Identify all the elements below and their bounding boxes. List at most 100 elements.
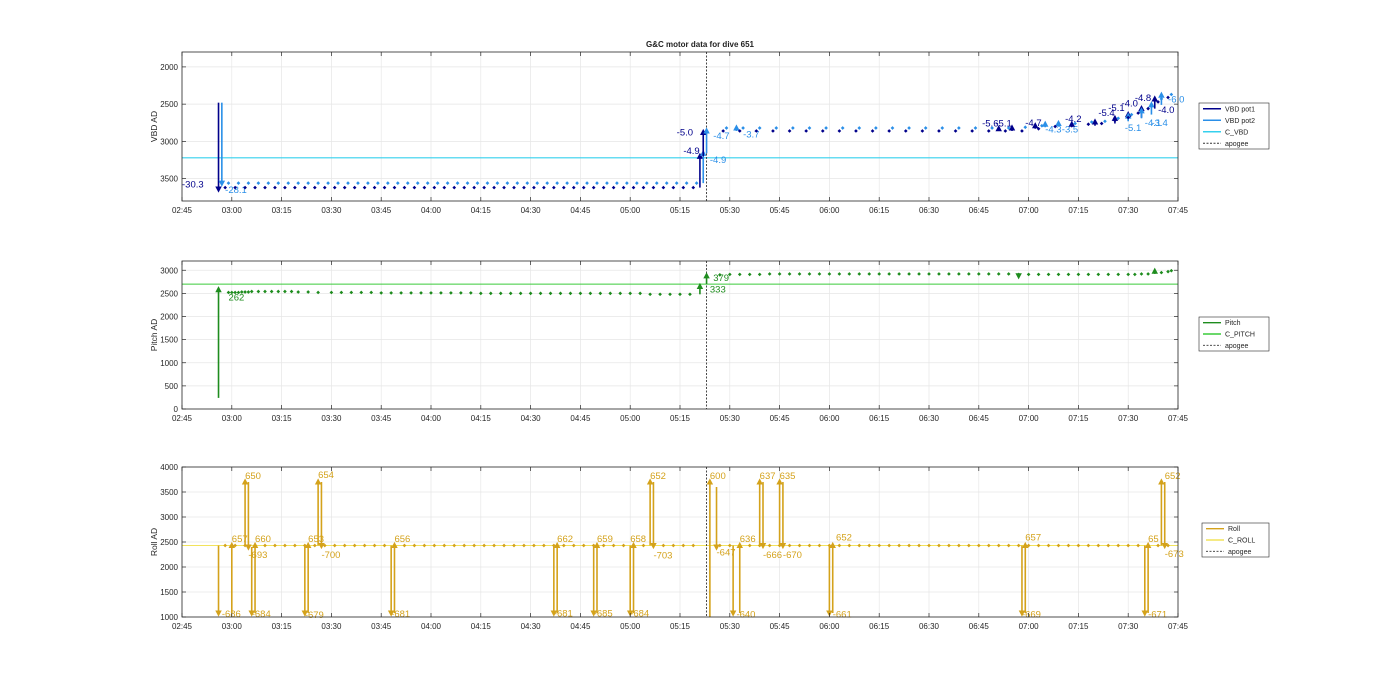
motor-move-label: -700 [321, 550, 340, 561]
data-point [1016, 543, 1021, 548]
y-tick-label: 500 [165, 382, 179, 391]
data-point [907, 272, 911, 276]
motor-move-label: 650 [245, 471, 261, 482]
data-point [621, 185, 626, 190]
x-tick-label: 03:15 [272, 206, 293, 215]
data-point [585, 181, 589, 185]
panel-2: 26233337902:45 03:00 03:15 03:30 03:45 04:00 0… [149, 260, 1270, 423]
data-point [674, 181, 679, 185]
data-point [525, 181, 530, 185]
x-tick-label: 04:45 [570, 622, 591, 631]
data-point [303, 185, 307, 190]
data-point [887, 543, 891, 548]
data-point [671, 543, 676, 548]
panel-1: -30.3 -28.1-4.9-4.9-5.0 -4.7 -3.7-5.6-5.1 -4… [149, 51, 1270, 215]
y-tick-label: 4000 [160, 463, 178, 472]
x-tick-label: 04:00 [421, 622, 442, 631]
data-point [339, 290, 344, 295]
y-tick-label: 2000 [160, 563, 178, 572]
data-point [986, 129, 991, 133]
data-point [654, 181, 659, 185]
data-point [386, 181, 390, 185]
data-point [658, 292, 662, 297]
data-point [1006, 272, 1011, 276]
y-axis-label: Pitch AD [149, 319, 159, 352]
y-tick-label: 3500 [160, 175, 178, 184]
data-point [352, 543, 357, 548]
x-tick-label: 07:00 [1019, 622, 1040, 631]
data-point [777, 272, 782, 276]
data-point [352, 185, 357, 190]
data-point [917, 272, 921, 276]
data-point [897, 543, 901, 548]
x-tick-label: 06:15 [869, 622, 890, 631]
x-tick-label: 05:15 [670, 206, 691, 215]
data-point [455, 181, 460, 185]
data-point [425, 181, 430, 185]
data-point [684, 181, 689, 185]
data-point [422, 543, 427, 548]
data-point [522, 543, 526, 548]
data-point [359, 290, 364, 295]
data-point [824, 126, 828, 130]
data-point [611, 185, 616, 190]
motor-move-label: -703 [653, 551, 672, 562]
y-tick-label: 2500 [160, 538, 178, 547]
data-point [920, 129, 925, 133]
data-point [877, 272, 882, 276]
data-point [571, 185, 576, 190]
data-point [409, 291, 413, 295]
motor-move-label: 658 [630, 534, 646, 545]
data-point [296, 181, 301, 185]
data-point [737, 272, 742, 277]
x-tick-label: 06:45 [969, 622, 990, 631]
data-point [293, 185, 297, 190]
data-point [1096, 543, 1101, 548]
data-point [276, 181, 281, 185]
data-point [522, 185, 526, 190]
x-tick-label: 03:30 [321, 622, 342, 631]
x-tick-label: 07:30 [1118, 414, 1139, 423]
data-point [923, 126, 928, 130]
data-point [857, 543, 862, 548]
x-tick-label: 05:15 [670, 414, 691, 423]
data-point [552, 185, 556, 190]
data-point [970, 129, 974, 133]
data-point [618, 291, 623, 296]
y-tick-label: 0 [174, 405, 179, 414]
motor-move-marker [703, 127, 710, 134]
data-point [283, 543, 287, 548]
data-point [452, 185, 457, 190]
motor-move-marker [729, 610, 737, 617]
data-point [249, 289, 254, 294]
motor-move-label: -5.0 [677, 127, 693, 138]
x-tick-label: 05:00 [620, 414, 641, 423]
data-point [542, 185, 546, 190]
legend-label: C_PITCH [1225, 332, 1255, 339]
y-tick-label: 3500 [160, 488, 178, 497]
data-point [316, 181, 320, 185]
x-tick-label: 05:45 [770, 206, 791, 215]
data-point [1126, 543, 1131, 548]
data-point [495, 181, 500, 185]
data-point [771, 129, 775, 133]
motor-move-label: -28.1 [225, 185, 247, 196]
data-point [774, 126, 779, 130]
data-point [671, 185, 676, 190]
motor-move-label: 262 [228, 292, 244, 303]
motor-move-label: 636 [740, 534, 756, 545]
data-point [837, 543, 842, 548]
data-point [615, 181, 619, 185]
data-point [419, 291, 423, 295]
legend: VBD pot1 VBD pot2 C_VBDapogee [1198, 102, 1270, 150]
data-point [1139, 272, 1144, 276]
data-point [223, 543, 227, 548]
data-point [322, 185, 327, 190]
data-point [256, 289, 261, 294]
data-point [459, 291, 463, 295]
data-point [382, 185, 387, 190]
data-point [591, 185, 596, 190]
data-point [435, 181, 440, 185]
data-point [847, 272, 852, 276]
data-point [1086, 122, 1091, 127]
